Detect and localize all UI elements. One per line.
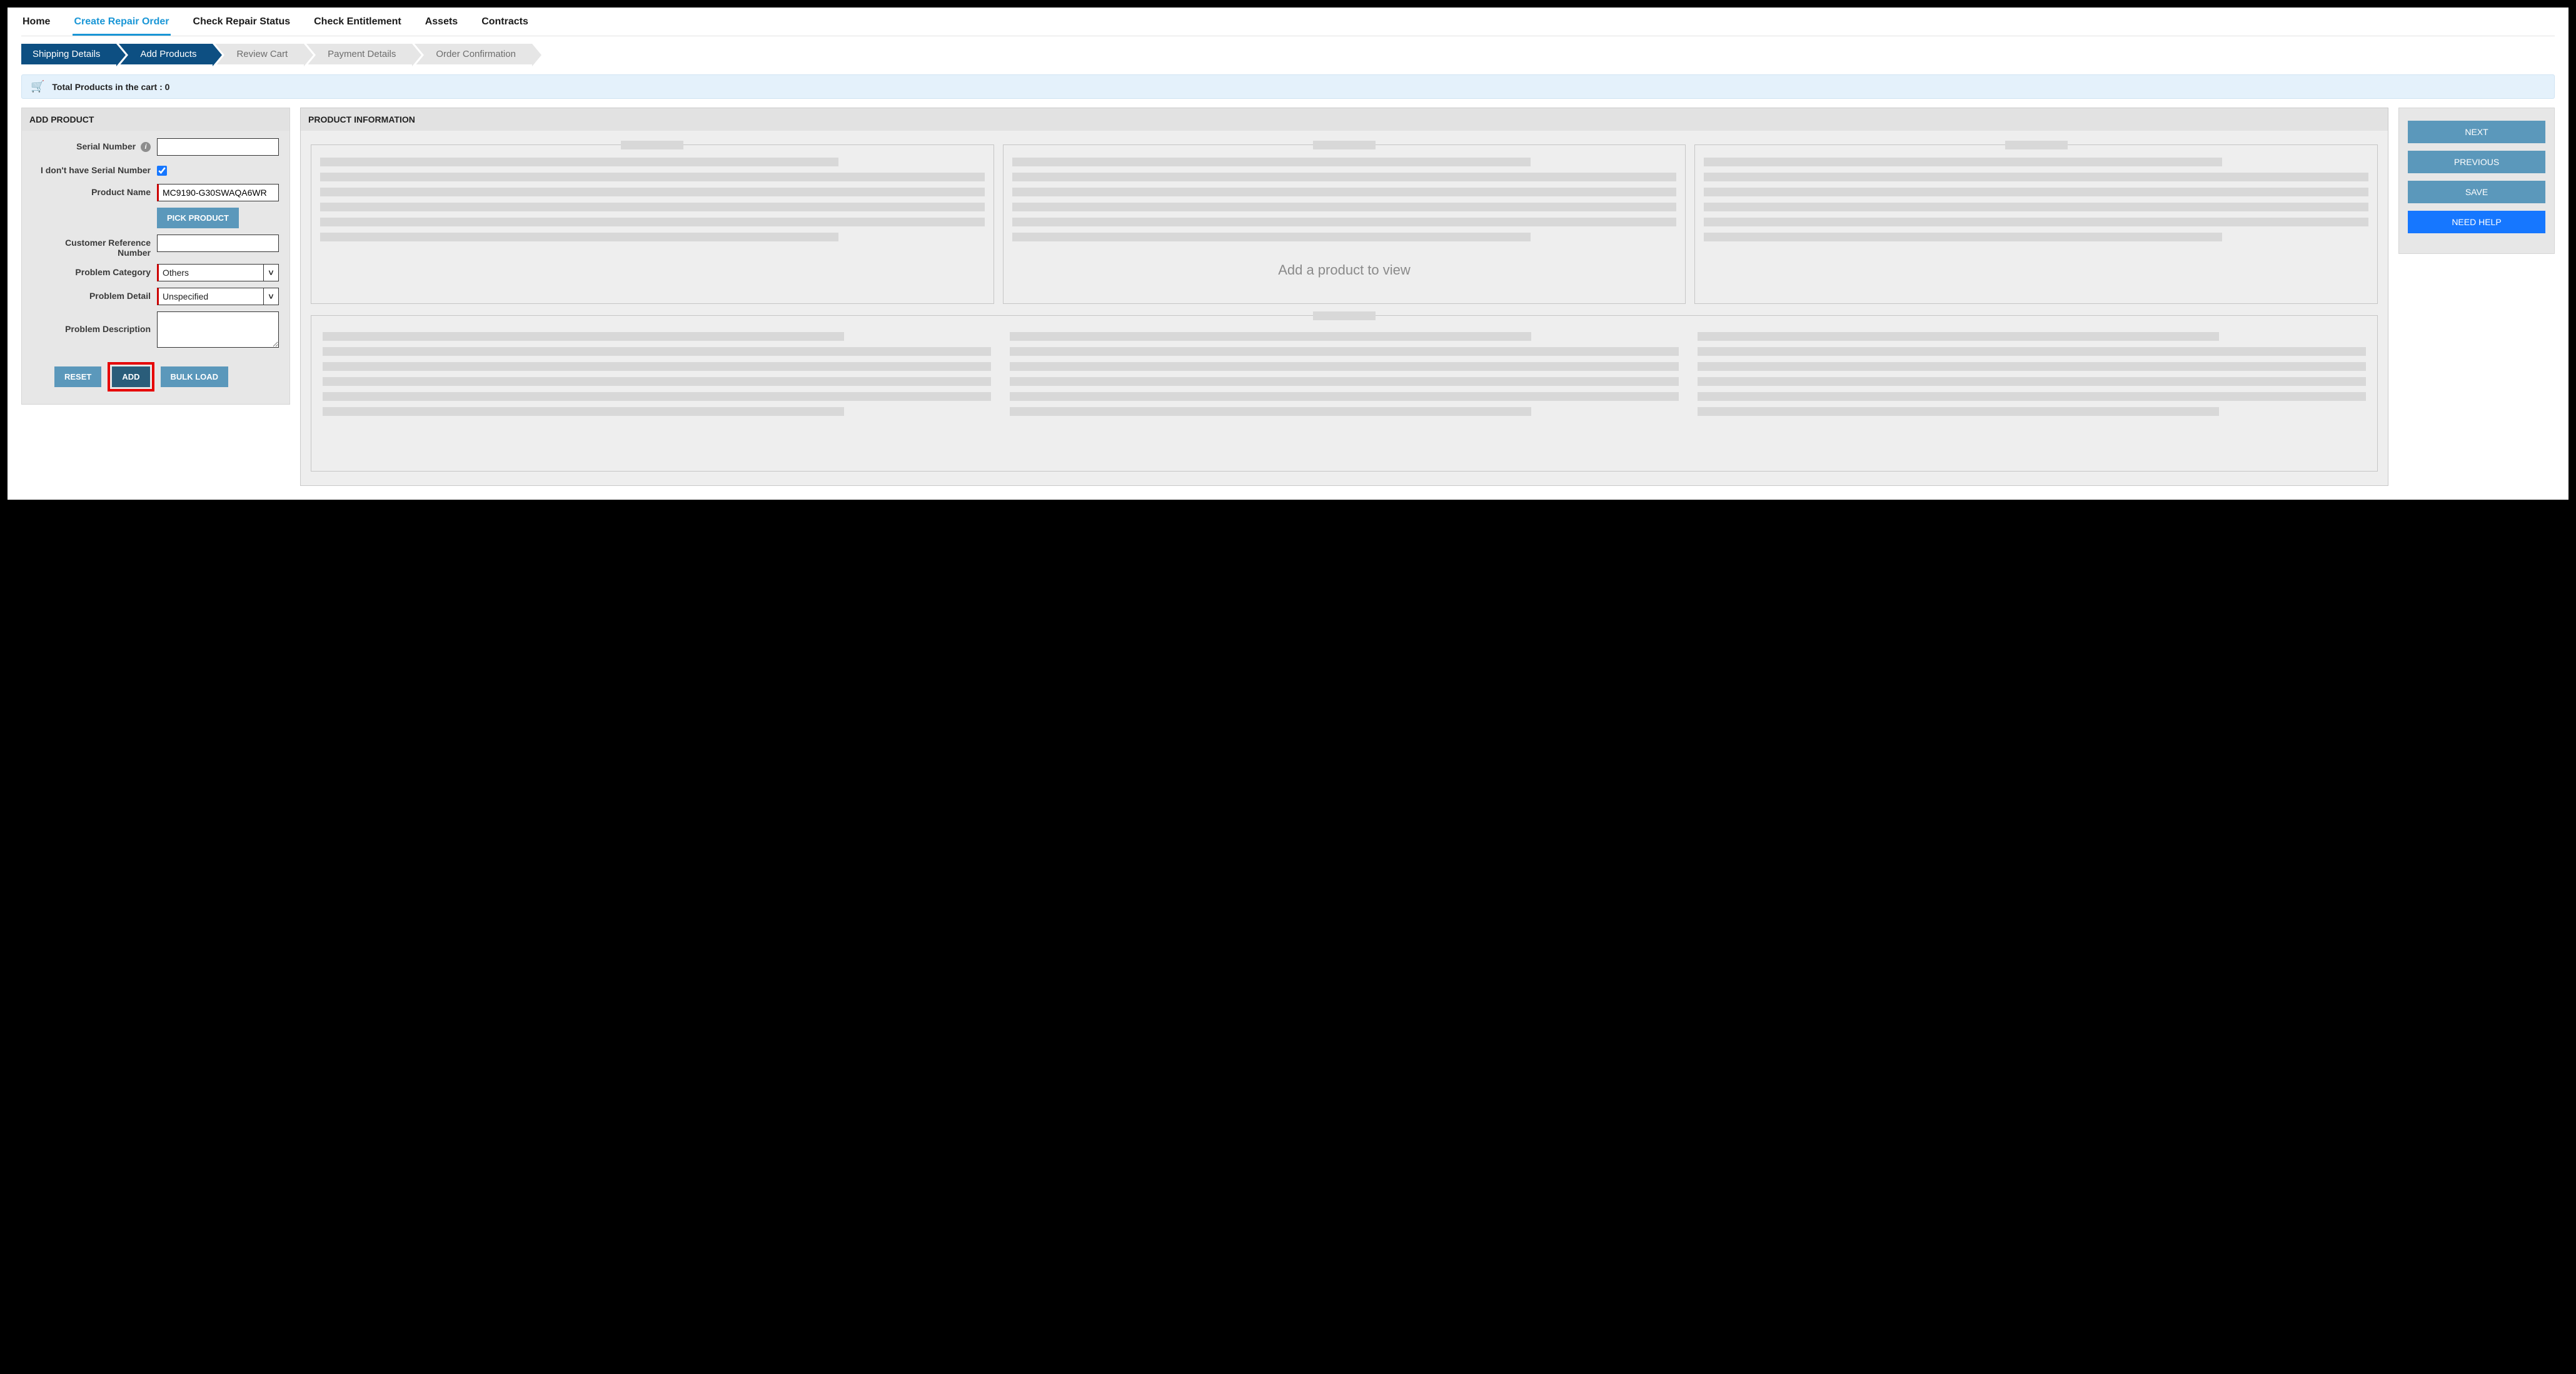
- nav-check-entitlement[interactable]: Check Entitlement: [313, 16, 403, 36]
- main-layout: ADD PRODUCT Serial Number i I don't have…: [21, 108, 2555, 486]
- add-product-form: Serial Number i I don't have Serial Numb…: [22, 131, 289, 404]
- serial-number-input[interactable]: [157, 138, 279, 156]
- row-problem-detail: Problem Detail Unspecified ˅: [32, 288, 279, 305]
- next-button[interactable]: NEXT: [2408, 121, 2545, 143]
- pick-product-button[interactable]: PICK PRODUCT: [157, 208, 239, 228]
- row-problem-description: Problem Description: [32, 311, 279, 350]
- product-name-input[interactable]: [157, 184, 279, 201]
- skeleton-card: [1003, 144, 1686, 304]
- row-product-name: Product Name PICK PRODUCT: [32, 184, 279, 228]
- add-button[interactable]: ADD: [112, 366, 149, 387]
- chevron-down-icon: ˅: [263, 288, 278, 305]
- product-info-title: PRODUCT INFORMATION: [301, 108, 2388, 131]
- previous-button[interactable]: PREVIOUS: [2408, 151, 2545, 173]
- add-product-panel: ADD PRODUCT Serial Number i I don't have…: [21, 108, 290, 405]
- chevron-down-icon: ˅: [263, 265, 278, 281]
- customer-ref-input[interactable]: [157, 235, 279, 252]
- wizard-step-review-cart[interactable]: Review Cart: [215, 44, 304, 64]
- wizard-step-shipping-details[interactable]: Shipping Details: [21, 44, 116, 64]
- skeleton-tag: [1313, 141, 1376, 149]
- wizard-step-order-confirmation[interactable]: Order Confirmation: [415, 44, 532, 64]
- nav-check-repair-status[interactable]: Check Repair Status: [192, 16, 292, 36]
- skeleton-card: [1694, 144, 2378, 304]
- nav-home[interactable]: Home: [21, 16, 51, 36]
- nav-assets[interactable]: Assets: [424, 16, 459, 36]
- skeleton-tag: [621, 141, 683, 149]
- bulk-load-button[interactable]: BULK LOAD: [161, 366, 229, 387]
- wizard-steps: Shipping Details Add Products Review Car…: [21, 44, 2555, 64]
- page: Home Create Repair Order Check Repair St…: [8, 8, 2568, 500]
- row-no-serial: I don't have Serial Number: [32, 162, 279, 178]
- row-serial-number: Serial Number i: [32, 138, 279, 156]
- problem-description-label: Problem Description: [32, 311, 157, 334]
- product-name-label: Product Name: [32, 184, 157, 197]
- problem-detail-label: Problem Detail: [32, 288, 157, 301]
- customer-ref-label: Customer Reference Number: [32, 235, 157, 258]
- skeleton-tag: [2005, 141, 2068, 149]
- wizard-step-payment-details[interactable]: Payment Details: [306, 44, 412, 64]
- cart-summary-bar: 🛒 Total Products in the cart : 0: [21, 74, 2555, 99]
- nav-create-repair-order[interactable]: Create Repair Order: [73, 16, 170, 36]
- problem-category-select[interactable]: Others ˅: [157, 264, 279, 281]
- cart-label: Total Products in the cart :: [52, 82, 164, 92]
- action-panel: NEXT PREVIOUS SAVE NEED HELP: [2398, 108, 2555, 254]
- wizard-step-add-products[interactable]: Add Products: [119, 44, 213, 64]
- no-serial-checkbox[interactable]: [157, 166, 167, 176]
- product-info-cards-row: [311, 144, 2378, 304]
- skeleton-wide-card: [311, 315, 2378, 472]
- info-icon[interactable]: i: [141, 142, 151, 152]
- row-customer-ref: Customer Reference Number: [32, 235, 279, 258]
- problem-category-value: Others: [163, 268, 263, 278]
- top-nav: Home Create Repair Order Check Repair St…: [21, 11, 2555, 36]
- problem-description-textarea[interactable]: [157, 311, 279, 348]
- skeleton-card: [311, 144, 994, 304]
- cart-count: 0: [165, 82, 170, 92]
- problem-category-label: Problem Category: [32, 264, 157, 277]
- product-info-panel: PRODUCT INFORMATION A: [300, 108, 2388, 486]
- serial-number-label-text: Serial Number: [76, 141, 136, 151]
- add-button-highlight: ADD: [108, 362, 154, 391]
- no-serial-label: I don't have Serial Number: [32, 162, 157, 175]
- skeleton-tag: [1313, 311, 1376, 320]
- product-info-body: Add a product to view: [301, 131, 2388, 485]
- problem-detail-select[interactable]: Unspecified ˅: [157, 288, 279, 305]
- form-button-row: RESET ADD BULK LOAD: [32, 362, 279, 391]
- row-problem-category: Problem Category Others ˅: [32, 264, 279, 281]
- need-help-button[interactable]: NEED HELP: [2408, 211, 2545, 233]
- serial-number-label: Serial Number i: [32, 138, 157, 152]
- save-button[interactable]: SAVE: [2408, 181, 2545, 203]
- cart-icon: 🛒: [31, 80, 44, 93]
- cart-summary-text: Total Products in the cart : 0: [52, 82, 169, 92]
- nav-contracts[interactable]: Contracts: [480, 16, 530, 36]
- reset-button[interactable]: RESET: [54, 366, 101, 387]
- add-product-title: ADD PRODUCT: [22, 108, 289, 131]
- problem-detail-value: Unspecified: [163, 291, 263, 301]
